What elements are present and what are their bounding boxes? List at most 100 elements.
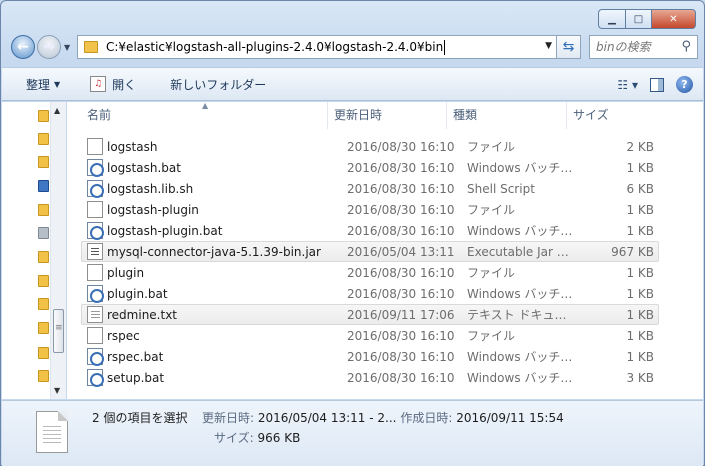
nav-computer-icon[interactable] [38,180,49,192]
scroll-thumb[interactable] [53,309,64,353]
nav-folder-icon[interactable] [38,298,49,310]
batch-file-icon [87,285,104,303]
file-date: 2016/08/30 16:10 [347,160,455,175]
nav-scrollbar[interactable]: ▲ ▼ [50,102,66,399]
file-type: Windows バッチ… [467,350,573,364]
file-row[interactable]: setup.bat 2016/08/30 16:10 Windows バッチ… 3 K… [81,367,659,388]
file-date: 2016/08/30 16:10 [347,223,455,238]
column-name-label: 名前 [87,108,112,122]
file-type: Windows バッチ… [467,287,573,301]
column-header-date[interactable]: 更新日時 [328,102,447,129]
file-date: 2016/08/30 16:10 [347,181,455,196]
file-name: logstash.bat [107,160,181,175]
address-history-dropdown[interactable]: ▼ [545,41,552,51]
command-bar: 整理 ▼ ♫ 開く 新しいフォルダー ☷ ▾ ? [2,67,703,101]
created-label: 作成日時: [400,411,453,425]
file-date: 2016/08/30 16:10 [347,349,455,364]
file-row[interactable]: rspec 2016/08/30 16:10 ファイル 1 KB [81,325,659,346]
file-size: 3 KB [626,370,654,385]
file-size: 1 KB [626,286,654,301]
column-size-label: サイズ [573,108,609,122]
created-value: 2016/09/11 15:54 [456,411,564,425]
column-header-type[interactable]: 種類 [447,102,567,129]
nav-folder-icon[interactable] [38,251,49,263]
file-type: ファイル [467,203,516,217]
file-type: Windows バッチ… [467,161,573,175]
maximize-button[interactable]: □ [625,9,652,29]
help-button[interactable]: ? [676,76,693,93]
nav-folder-icon[interactable] [38,370,49,382]
scroll-down-icon[interactable]: ▼ [54,386,60,395]
change-view-button[interactable]: ☷ ▾ [617,78,638,92]
size-value: 966 KB [257,431,301,445]
arrow-left-icon: ← [17,39,29,55]
sort-ascending-icon: ▲ [202,101,209,110]
search-input[interactable] [596,40,676,54]
navigation-bar: ← → ▼ C:¥elastic¥logstash-all-plugins-2.… [9,33,698,61]
file-type: テキスト ドキュ… [467,308,567,322]
file-name: logstash.lib.sh [107,181,194,196]
recent-pages-dropdown[interactable]: ▼ [64,43,70,52]
column-header-size[interactable]: サイズ [567,102,643,129]
file-row[interactable]: plugin.bat 2016/08/30 16:10 Windows バッチ… 1 … [81,283,659,304]
nav-folder-icon[interactable] [38,110,49,122]
file-row[interactable]: logstash 2016/08/30 16:10 ファイル 2 KB [81,136,659,157]
search-box[interactable]: ⚲ [589,35,698,59]
file-type: ファイル [467,329,516,343]
nav-folder-icon[interactable] [38,347,49,359]
modified-value: 2016/05/04 13:11 - 2... [257,411,397,425]
open-button[interactable]: ♫ 開く [90,76,136,93]
new-folder-label: 新しいフォルダー [170,77,267,92]
file-row[interactable]: mysql-connector-java-5.1.39-bin.jar 2016/… [81,241,659,262]
file-size: 1 KB [626,160,654,175]
file-row[interactable]: rspec.bat 2016/08/30 16:10 Windows バッチ… 1 K… [81,346,659,367]
folder-icon [84,41,98,53]
address-path[interactable]: C:¥elastic¥logstash-all-plugins-2.4.0¥lo… [106,40,443,54]
text-file-icon [87,306,103,323]
file-name: plugin.bat [107,286,168,301]
new-folder-button[interactable]: 新しいフォルダー [170,76,266,93]
refresh-button[interactable]: ⇆ [557,35,581,59]
file-row[interactable]: logstash-plugin.bat 2016/08/30 16:10 Windo… [81,220,659,241]
refresh-icon: ⇆ [562,39,575,55]
file-size: 2 KB [626,139,654,154]
file-date: 2016/09/11 17:06 [347,307,455,322]
scroll-up-icon[interactable]: ▲ [54,106,60,115]
file-name: setup.bat [107,370,165,385]
nav-folder-icon[interactable] [38,133,49,145]
nav-folder-icon[interactable] [38,156,49,168]
file-name: logstash [107,139,158,154]
file-row[interactable]: redmine.txt 2016/09/11 17:06 テキスト ドキュ… 1 KB [81,304,659,325]
nav-network-icon[interactable] [38,227,49,239]
file-date: 2016/08/30 16:10 [347,202,455,217]
back-button[interactable]: ← [11,35,35,59]
nav-folder-icon[interactable] [38,322,49,334]
address-bar[interactable]: C:¥elastic¥logstash-all-plugins-2.4.0¥lo… [77,35,557,59]
file-row[interactable]: logstash.lib.sh 2016/08/30 16:10 Shell Scr… [81,178,659,199]
window-controls: ▁ □ ✕ [598,9,696,29]
column-date-label: 更新日時 [334,108,383,122]
file-date: 2016/08/30 16:10 [347,139,455,154]
search-icon[interactable]: ⚲ [681,39,691,54]
file-row[interactable]: plugin 2016/08/30 16:10 ファイル 1 KB [81,262,659,283]
toolbar-right: ☷ ▾ ? [617,76,693,93]
file-date: 2016/05/04 13:11 [347,244,455,259]
organize-label: 整理 [26,77,51,92]
forward-button[interactable]: → [37,35,61,59]
file-date: 2016/08/30 16:10 [347,286,455,301]
chevron-down-icon: ▼ [54,79,61,89]
selection-count: 2 個の項目を選択 [92,411,188,425]
file-row[interactable]: logstash-plugin 2016/08/30 16:10 ファイル 1 KB [81,199,659,220]
file-name: plugin [107,265,145,280]
organize-button[interactable]: 整理 ▼ [26,76,60,93]
file-size: 1 KB [626,265,654,280]
column-header-name[interactable]: ▲ 名前 [67,101,328,129]
details-size: サイズ: 966 KB [214,429,300,446]
file-row[interactable]: logstash.bat 2016/08/30 16:10 Windows バッチ…… [81,157,659,178]
nav-folder-icon[interactable] [38,204,49,216]
nav-folder-icon[interactable] [38,275,49,287]
file-size: 6 KB [626,181,654,196]
minimize-button[interactable]: ▁ [598,9,625,29]
preview-pane-button[interactable] [650,77,664,92]
close-button[interactable]: ✕ [652,9,696,29]
